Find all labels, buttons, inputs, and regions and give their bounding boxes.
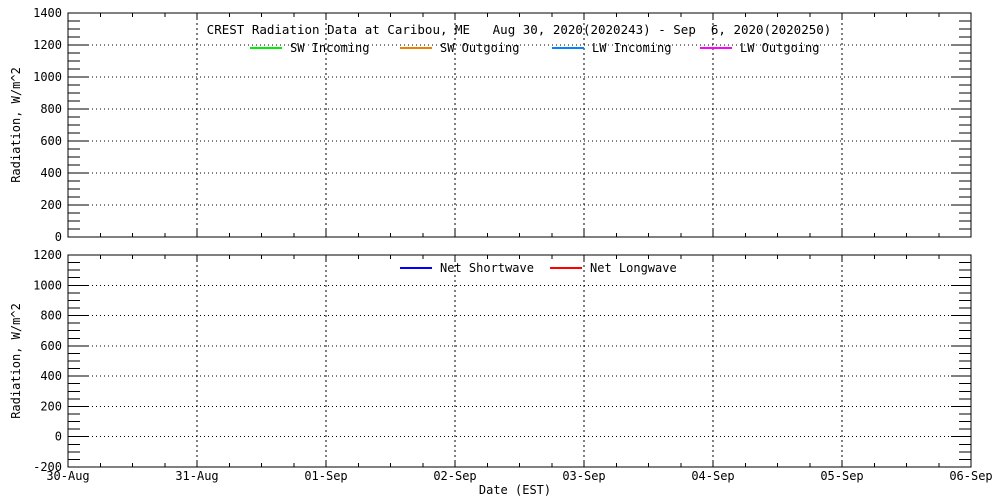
tick-label-layer: 0200400600800100012001400-20002004006008… <box>33 6 993 483</box>
gridline-layer <box>68 13 971 467</box>
y-axis-title-bottom: Radiation, W/m^2 <box>9 303 23 419</box>
y-tick-label: 200 <box>40 198 62 212</box>
legend-label-sw-incoming: SW Incoming <box>290 41 369 55</box>
y-tick-label: 200 <box>40 399 62 413</box>
y-tick-label: 400 <box>40 369 62 383</box>
x-tick-label: 06-Sep <box>949 469 992 483</box>
legend-label-net-shortwave: Net Shortwave <box>440 261 534 275</box>
x-tick-label: 03-Sep <box>562 469 605 483</box>
x-tick-label: 04-Sep <box>691 469 734 483</box>
y-tick-label: 600 <box>40 134 62 148</box>
legend-bottom: Net Shortwave Net Longwave <box>400 261 677 275</box>
y-tick-label: 1200 <box>33 248 62 262</box>
axes-layer <box>68 13 971 467</box>
y-tick-label: 0 <box>55 430 62 444</box>
chart-title: CREST Radiation Data at Caribou, ME Aug … <box>207 22 832 37</box>
x-tick-label: 01-Sep <box>304 469 347 483</box>
legend-item-net-longwave: Net Longwave <box>550 261 677 275</box>
y-tick-label: 400 <box>40 166 62 180</box>
y-tick-label: 1000 <box>33 70 62 84</box>
legend-item-lw-outgoing: LW Outgoing <box>700 41 819 55</box>
legend-label-sw-outgoing: SW Outgoing <box>440 41 519 55</box>
legend-top: SW Incoming SW Outgoing LW Incoming LW O… <box>250 41 819 55</box>
y-tick-label: 800 <box>40 102 62 116</box>
legend-label-lw-incoming: LW Incoming <box>592 41 671 55</box>
y-tick-label: 1400 <box>33 6 62 20</box>
x-tick-label: 30-Aug <box>46 469 89 483</box>
plot-border <box>68 255 971 467</box>
y-tick-label: 1200 <box>33 38 62 52</box>
legend-label-lw-outgoing: LW Outgoing <box>740 41 819 55</box>
radiation-figure: 0200400600800100012001400-20002004006008… <box>0 0 1000 500</box>
chart-canvas: 0200400600800100012001400-20002004006008… <box>0 0 1000 500</box>
legend-item-sw-outgoing: SW Outgoing <box>400 41 519 55</box>
y-axis-title-top: Radiation, W/m^2 <box>9 67 23 183</box>
y-tick-label: 0 <box>55 230 62 244</box>
x-tick-label: 02-Sep <box>433 469 476 483</box>
plot-border <box>68 13 971 237</box>
x-tick-label: 31-Aug <box>175 469 218 483</box>
y-tick-label: 600 <box>40 339 62 353</box>
legend-item-net-shortwave: Net Shortwave <box>400 261 534 275</box>
legend-item-lw-incoming: LW Incoming <box>552 41 671 55</box>
x-tick-label: 05-Sep <box>820 469 863 483</box>
y-tick-label: 1000 <box>33 278 62 292</box>
legend-label-net-longwave: Net Longwave <box>590 261 677 275</box>
y-tick-label: 800 <box>40 309 62 323</box>
x-axis-title: Date (EST) <box>479 483 551 497</box>
legend-item-sw-incoming: SW Incoming <box>250 41 369 55</box>
